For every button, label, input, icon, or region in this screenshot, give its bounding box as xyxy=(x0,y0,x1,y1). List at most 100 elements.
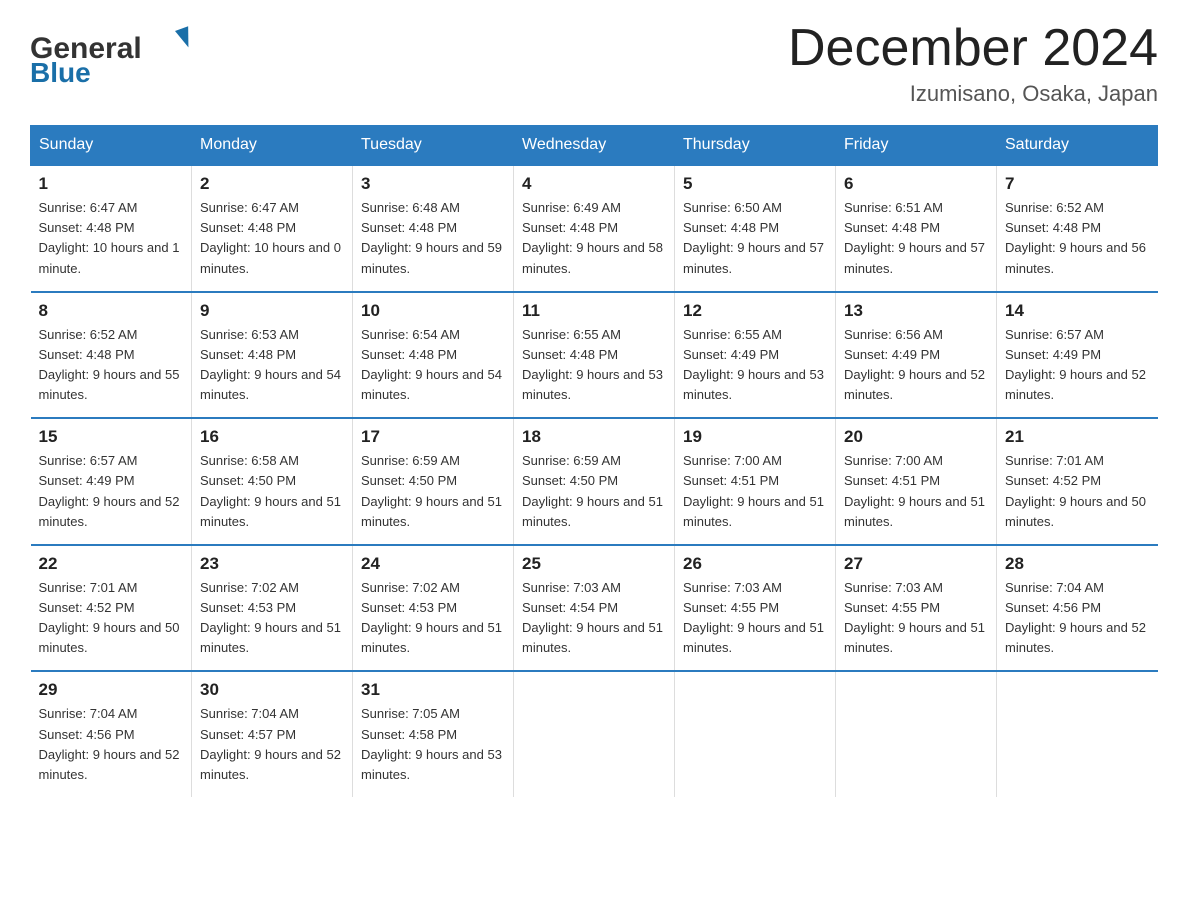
day-number: 2 xyxy=(200,174,344,194)
empty-cell xyxy=(675,671,836,797)
day-header-tuesday: Tuesday xyxy=(353,126,514,166)
logo: General Blue xyxy=(30,20,210,90)
day-info: Sunrise: 6:47 AMSunset: 4:48 PMDaylight:… xyxy=(200,200,341,275)
svg-text:Blue: Blue xyxy=(30,57,91,88)
day-info: Sunrise: 6:57 AMSunset: 4:49 PMDaylight:… xyxy=(39,453,180,528)
day-info: Sunrise: 7:03 AMSunset: 4:55 PMDaylight:… xyxy=(683,580,824,655)
day-number: 13 xyxy=(844,301,988,321)
day-number: 3 xyxy=(361,174,505,194)
calendar-table: SundayMondayTuesdayWednesdayThursdayFrid… xyxy=(30,125,1158,797)
day-number: 20 xyxy=(844,427,988,447)
day-number: 16 xyxy=(200,427,344,447)
calendar-day-24: 24 Sunrise: 7:02 AMSunset: 4:53 PMDaylig… xyxy=(353,545,514,672)
day-info: Sunrise: 6:52 AMSunset: 4:48 PMDaylight:… xyxy=(1005,200,1146,275)
day-info: Sunrise: 7:00 AMSunset: 4:51 PMDaylight:… xyxy=(844,453,985,528)
day-number: 26 xyxy=(683,554,827,574)
day-number: 10 xyxy=(361,301,505,321)
day-info: Sunrise: 6:54 AMSunset: 4:48 PMDaylight:… xyxy=(361,327,502,402)
day-info: Sunrise: 7:04 AMSunset: 4:57 PMDaylight:… xyxy=(200,706,341,781)
day-info: Sunrise: 6:56 AMSunset: 4:49 PMDaylight:… xyxy=(844,327,985,402)
day-info: Sunrise: 7:01 AMSunset: 4:52 PMDaylight:… xyxy=(1005,453,1146,528)
calendar-day-26: 26 Sunrise: 7:03 AMSunset: 4:55 PMDaylig… xyxy=(675,545,836,672)
calendar-day-19: 19 Sunrise: 7:00 AMSunset: 4:51 PMDaylig… xyxy=(675,418,836,545)
day-number: 17 xyxy=(361,427,505,447)
calendar-day-6: 6 Sunrise: 6:51 AMSunset: 4:48 PMDayligh… xyxy=(836,165,997,292)
day-number: 30 xyxy=(200,680,344,700)
calendar-day-16: 16 Sunrise: 6:58 AMSunset: 4:50 PMDaylig… xyxy=(192,418,353,545)
calendar-day-4: 4 Sunrise: 6:49 AMSunset: 4:48 PMDayligh… xyxy=(514,165,675,292)
day-number: 14 xyxy=(1005,301,1150,321)
day-number: 5 xyxy=(683,174,827,194)
calendar-day-31: 31 Sunrise: 7:05 AMSunset: 4:58 PMDaylig… xyxy=(353,671,514,797)
empty-cell xyxy=(514,671,675,797)
day-number: 23 xyxy=(200,554,344,574)
calendar-day-5: 5 Sunrise: 6:50 AMSunset: 4:48 PMDayligh… xyxy=(675,165,836,292)
day-info: Sunrise: 7:01 AMSunset: 4:52 PMDaylight:… xyxy=(39,580,180,655)
calendar-day-28: 28 Sunrise: 7:04 AMSunset: 4:56 PMDaylig… xyxy=(997,545,1158,672)
day-header-friday: Friday xyxy=(836,126,997,166)
day-number: 24 xyxy=(361,554,505,574)
day-info: Sunrise: 7:03 AMSunset: 4:54 PMDaylight:… xyxy=(522,580,663,655)
calendar-day-17: 17 Sunrise: 6:59 AMSunset: 4:50 PMDaylig… xyxy=(353,418,514,545)
calendar-day-30: 30 Sunrise: 7:04 AMSunset: 4:57 PMDaylig… xyxy=(192,671,353,797)
day-info: Sunrise: 7:03 AMSunset: 4:55 PMDaylight:… xyxy=(844,580,985,655)
day-header-wednesday: Wednesday xyxy=(514,126,675,166)
calendar-day-22: 22 Sunrise: 7:01 AMSunset: 4:52 PMDaylig… xyxy=(31,545,192,672)
day-info: Sunrise: 7:02 AMSunset: 4:53 PMDaylight:… xyxy=(200,580,341,655)
day-info: Sunrise: 6:55 AMSunset: 4:49 PMDaylight:… xyxy=(683,327,824,402)
calendar-day-9: 9 Sunrise: 6:53 AMSunset: 4:48 PMDayligh… xyxy=(192,292,353,419)
calendar-day-21: 21 Sunrise: 7:01 AMSunset: 4:52 PMDaylig… xyxy=(997,418,1158,545)
location: Izumisano, Osaka, Japan xyxy=(788,81,1158,107)
day-info: Sunrise: 7:04 AMSunset: 4:56 PMDaylight:… xyxy=(1005,580,1146,655)
day-number: 4 xyxy=(522,174,666,194)
day-info: Sunrise: 6:52 AMSunset: 4:48 PMDaylight:… xyxy=(39,327,180,402)
calendar-day-1: 1 Sunrise: 6:47 AMSunset: 4:48 PMDayligh… xyxy=(31,165,192,292)
calendar-week-5: 29 Sunrise: 7:04 AMSunset: 4:56 PMDaylig… xyxy=(31,671,1158,797)
day-header-sunday: Sunday xyxy=(31,126,192,166)
day-number: 31 xyxy=(361,680,505,700)
empty-cell xyxy=(997,671,1158,797)
day-number: 19 xyxy=(683,427,827,447)
day-info: Sunrise: 6:47 AMSunset: 4:48 PMDaylight:… xyxy=(39,200,180,275)
day-number: 18 xyxy=(522,427,666,447)
calendar-day-12: 12 Sunrise: 6:55 AMSunset: 4:49 PMDaylig… xyxy=(675,292,836,419)
day-number: 22 xyxy=(39,554,184,574)
logo-svg: General Blue xyxy=(30,20,210,90)
calendar-day-10: 10 Sunrise: 6:54 AMSunset: 4:48 PMDaylig… xyxy=(353,292,514,419)
day-number: 9 xyxy=(200,301,344,321)
day-info: Sunrise: 6:55 AMSunset: 4:48 PMDaylight:… xyxy=(522,327,663,402)
day-number: 6 xyxy=(844,174,988,194)
calendar-day-25: 25 Sunrise: 7:03 AMSunset: 4:54 PMDaylig… xyxy=(514,545,675,672)
calendar-week-1: 1 Sunrise: 6:47 AMSunset: 4:48 PMDayligh… xyxy=(31,165,1158,292)
day-number: 11 xyxy=(522,301,666,321)
calendar-day-27: 27 Sunrise: 7:03 AMSunset: 4:55 PMDaylig… xyxy=(836,545,997,672)
day-info: Sunrise: 7:00 AMSunset: 4:51 PMDaylight:… xyxy=(683,453,824,528)
calendar-week-3: 15 Sunrise: 6:57 AMSunset: 4:49 PMDaylig… xyxy=(31,418,1158,545)
day-info: Sunrise: 7:02 AMSunset: 4:53 PMDaylight:… xyxy=(361,580,502,655)
day-info: Sunrise: 7:04 AMSunset: 4:56 PMDaylight:… xyxy=(39,706,180,781)
day-number: 15 xyxy=(39,427,184,447)
day-number: 7 xyxy=(1005,174,1150,194)
day-number: 29 xyxy=(39,680,184,700)
page-header: General Blue December 2024 Izumisano, Os… xyxy=(30,20,1158,107)
day-info: Sunrise: 6:49 AMSunset: 4:48 PMDaylight:… xyxy=(522,200,663,275)
day-header-thursday: Thursday xyxy=(675,126,836,166)
calendar-day-20: 20 Sunrise: 7:00 AMSunset: 4:51 PMDaylig… xyxy=(836,418,997,545)
day-number: 1 xyxy=(39,174,184,194)
calendar-day-8: 8 Sunrise: 6:52 AMSunset: 4:48 PMDayligh… xyxy=(31,292,192,419)
calendar-day-15: 15 Sunrise: 6:57 AMSunset: 4:49 PMDaylig… xyxy=(31,418,192,545)
empty-cell xyxy=(836,671,997,797)
day-number: 28 xyxy=(1005,554,1150,574)
calendar-day-3: 3 Sunrise: 6:48 AMSunset: 4:48 PMDayligh… xyxy=(353,165,514,292)
day-info: Sunrise: 6:53 AMSunset: 4:48 PMDaylight:… xyxy=(200,327,341,402)
day-info: Sunrise: 6:51 AMSunset: 4:48 PMDaylight:… xyxy=(844,200,985,275)
day-info: Sunrise: 6:50 AMSunset: 4:48 PMDaylight:… xyxy=(683,200,824,275)
calendar-week-4: 22 Sunrise: 7:01 AMSunset: 4:52 PMDaylig… xyxy=(31,545,1158,672)
day-headers: SundayMondayTuesdayWednesdayThursdayFrid… xyxy=(31,126,1158,166)
day-number: 21 xyxy=(1005,427,1150,447)
day-number: 25 xyxy=(522,554,666,574)
calendar-day-13: 13 Sunrise: 6:56 AMSunset: 4:49 PMDaylig… xyxy=(836,292,997,419)
day-number: 8 xyxy=(39,301,184,321)
day-header-monday: Monday xyxy=(192,126,353,166)
day-number: 12 xyxy=(683,301,827,321)
